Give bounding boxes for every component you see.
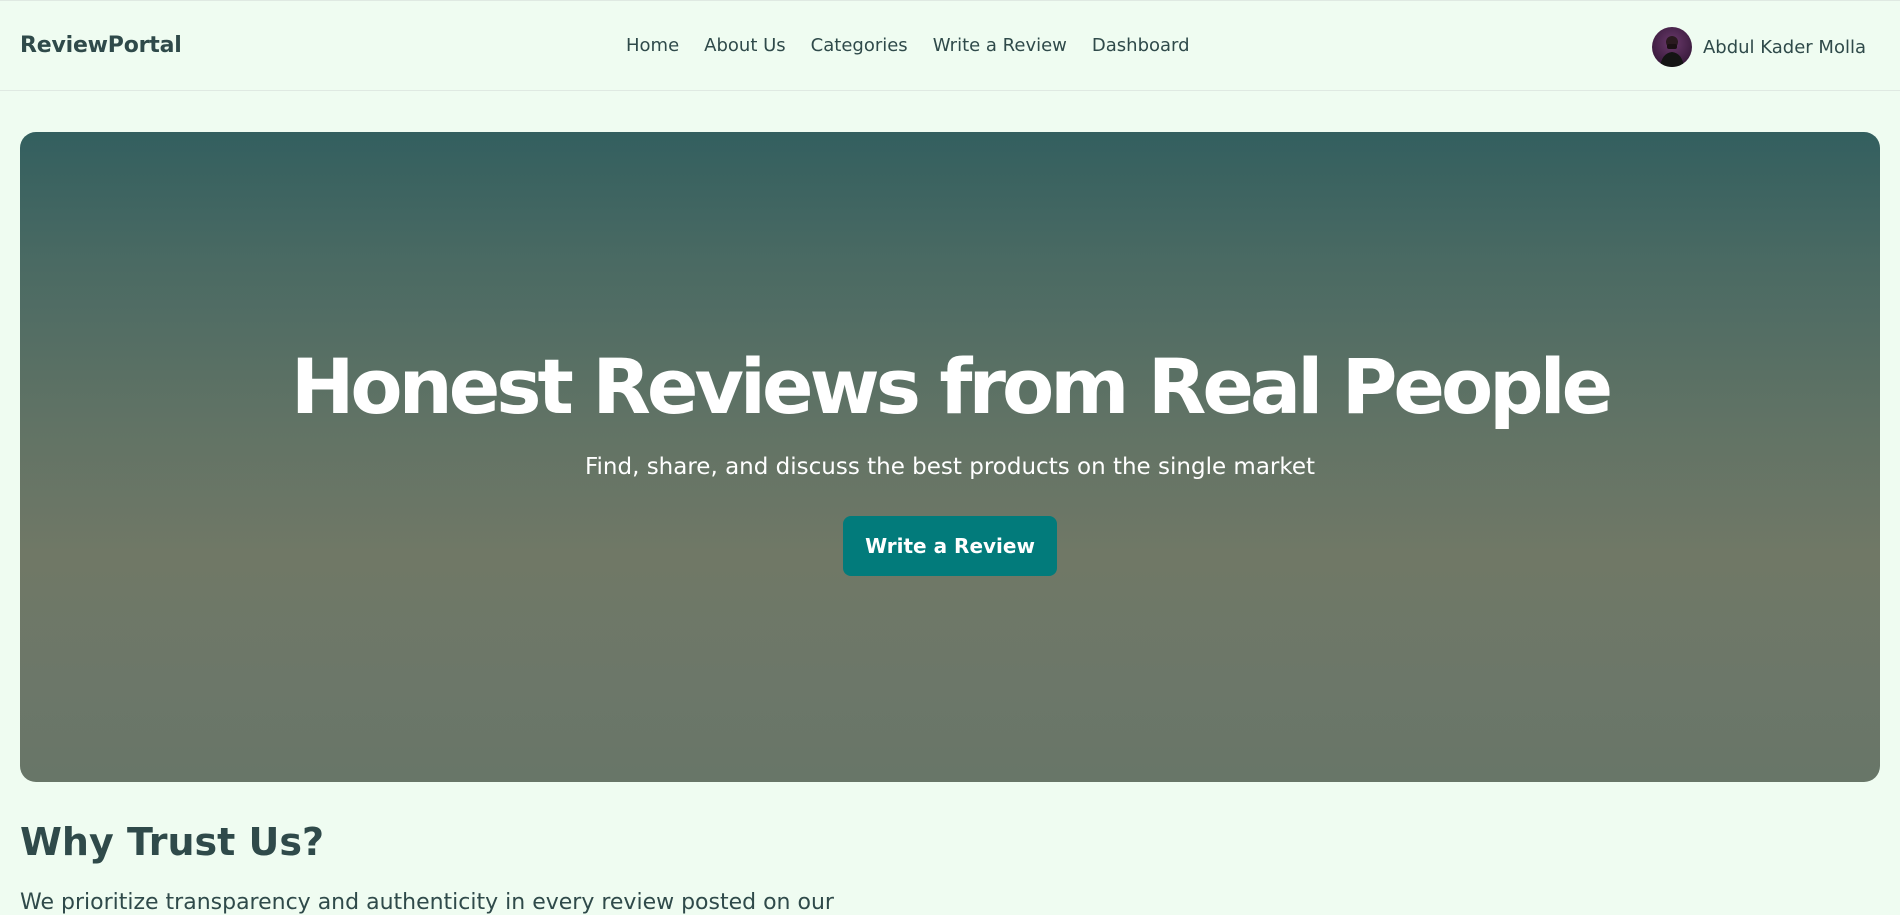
user-menu[interactable]: Abdul Kader Molla xyxy=(1651,27,1866,67)
nav-write-review[interactable]: Write a Review xyxy=(933,35,1067,56)
top-navbar: ReviewPortal Home About Us Categories Wr… xyxy=(0,0,1900,91)
user-avatar-icon[interactable] xyxy=(1651,27,1692,67)
main-nav: Home About Us Categories Write a Review … xyxy=(626,35,1190,56)
write-review-button[interactable]: Write a Review xyxy=(843,516,1057,576)
hero-banner: Honest Reviews from Real People Find, sh… xyxy=(20,132,1880,782)
nav-home[interactable]: Home xyxy=(626,35,679,56)
nav-categories[interactable]: Categories xyxy=(811,35,908,56)
user-name[interactable]: Abdul Kader Molla xyxy=(1703,37,1866,58)
why-trust-us-heading: Why Trust Us? xyxy=(20,820,325,864)
why-trust-us-text: We prioritize transparency and authentic… xyxy=(20,890,834,915)
hero-subtitle: Find, share, and discuss the best produc… xyxy=(584,454,1316,480)
nav-dashboard[interactable]: Dashboard xyxy=(1092,35,1190,56)
nav-about-us[interactable]: About Us xyxy=(704,35,786,56)
hero-title: Honest Reviews from Real People xyxy=(290,342,1613,431)
brand-logo[interactable]: ReviewPortal xyxy=(20,33,182,58)
